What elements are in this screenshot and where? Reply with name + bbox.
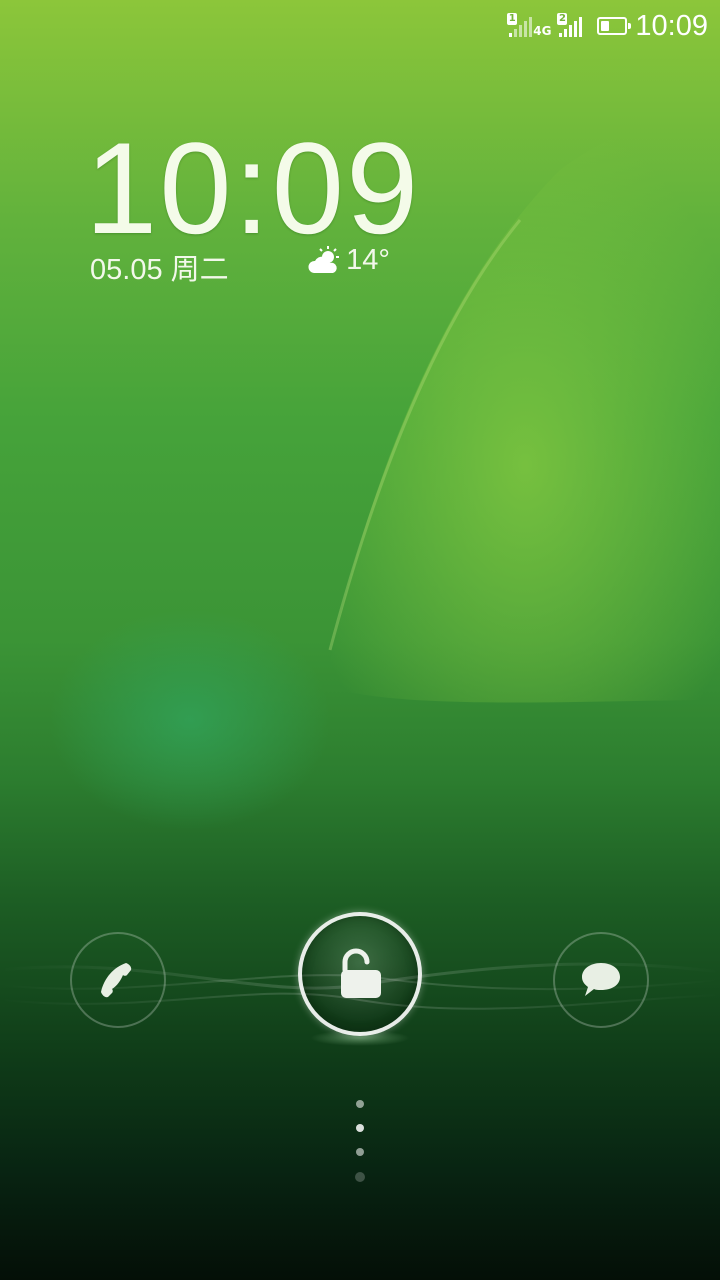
unlock-icon [341,948,381,998]
page-dot [356,1100,364,1108]
date-weather-row: 05.05 周二 14° [90,244,390,286]
signal-sim1-icon: 1 [507,11,537,41]
message-icon [582,963,620,996]
signal-sim2-icon: 2 [557,11,587,41]
lock-screen: 1 4G 2 10:09 10:09 05.05 周二 14° [0,0,720,1280]
partly-cloudy-icon [308,245,340,273]
message-button[interactable] [553,932,649,1028]
page-dot [356,1124,364,1132]
phone-button[interactable] [70,932,166,1028]
page-dot [355,1172,365,1182]
date-label: 05.05 周二 [90,254,229,286]
phone-icon [101,963,132,998]
status-time: 10:09 [635,9,708,42]
lockscreen-clock: 10:09 [85,115,421,261]
page-indicator [352,1100,368,1182]
weather-widget: 14° [308,244,390,277]
status-bar: 1 4G 2 10:09 [0,0,720,52]
battery-level [601,21,610,31]
unlock-button[interactable] [298,912,422,1036]
temperature: 14° [346,244,390,276]
battery-icon [597,17,632,35]
page-dot [356,1148,364,1156]
